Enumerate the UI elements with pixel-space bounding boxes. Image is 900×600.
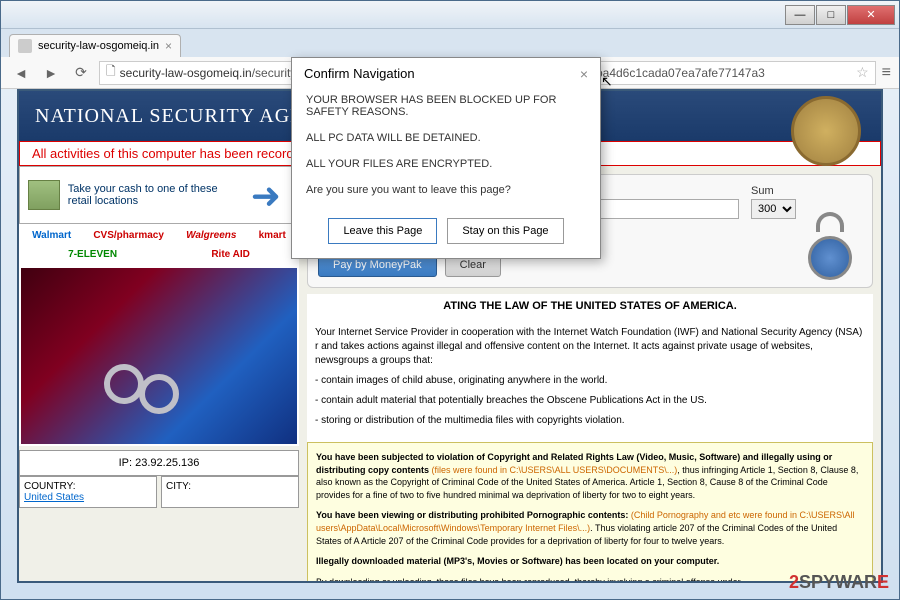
watermark: 2SPYWARE <box>789 572 889 593</box>
back-button[interactable]: ◄ <box>9 61 33 85</box>
ip-label: IP: <box>119 457 136 469</box>
doj-seal-icon <box>791 96 861 166</box>
left-column: Take your cash to one of these retail lo… <box>19 166 299 583</box>
reload-button[interactable]: ⟳ <box>69 61 93 85</box>
ip-info: IP: 23.92.25.136 <box>19 450 299 476</box>
store-logos: Walmart CVS/pharmacy Walgreens kmart 7-E… <box>19 224 299 266</box>
sum-select[interactable]: 300 <box>751 199 796 219</box>
window-title-bar: — □ ✕ <box>1 1 899 29</box>
cvs-logo: CVS/pharmacy <box>93 230 164 241</box>
kmart-logo: kmart <box>259 230 286 241</box>
tab-close-icon[interactable]: × <box>165 39 172 53</box>
violation-intro: Your Internet Service Provider in cooper… <box>307 318 873 442</box>
dialog-line-2: ALL PC DATA WILL BE DETAINED. <box>306 132 586 144</box>
sum-label: Sum <box>751 185 796 197</box>
window-minimize-button[interactable]: — <box>785 5 815 25</box>
forward-button[interactable]: ► <box>39 61 63 85</box>
violation-para-4: By downloading or uploading, those files… <box>316 576 864 583</box>
tab-title: security-law-osgomeiq.in <box>38 40 159 52</box>
window-maximize-button[interactable]: □ <box>816 5 846 25</box>
country-cell: COUNTRY: United States <box>19 476 157 508</box>
city-cell: CITY: <box>161 476 299 508</box>
leave-page-button[interactable]: Leave this Page <box>328 218 437 244</box>
dialog-close-icon[interactable]: × <box>580 66 588 82</box>
window-close-button[interactable]: ✕ <box>847 5 895 25</box>
browser-tab[interactable]: security-law-osgomeiq.in × <box>9 34 181 57</box>
mouse-cursor-icon: ↖ <box>601 73 613 90</box>
dialog-line-3: ALL YOUR FILES ARE ENCRYPTED. <box>306 158 586 170</box>
violation-details: You have been subjected to violation of … <box>307 442 873 583</box>
country-value: United States <box>24 492 152 503</box>
country-label: COUNTRY: <box>24 481 152 492</box>
police-lights-image <box>19 266 299 446</box>
url-domain: security-law-osgomeiq.in <box>120 66 252 80</box>
dialog-line-1: YOUR BROWSER HAS BEEN BLOCKED UP FOR SAF… <box>306 94 586 118</box>
violation-heading: ATING THE LAW OF THE UNITED STATES OF AM… <box>307 294 873 318</box>
city-label: CITY: <box>166 481 294 492</box>
padlock-icon <box>808 204 862 258</box>
violation-intro-text: Your Internet Service Provider in cooper… <box>315 326 865 368</box>
violation-para-1: You have been subjected to violation of … <box>316 451 864 501</box>
seven-eleven-logo: 7-ELEVEN <box>68 249 117 260</box>
walgreens-logo: Walgreens <box>186 230 236 241</box>
violation-bullet-3: - storing or distribution of the multime… <box>315 414 865 428</box>
ip-value: 23.92.25.136 <box>135 457 199 469</box>
confirm-navigation-dialog: Confirm Navigation × YOUR BROWSER HAS BE… <box>291 57 601 259</box>
retail-box: Take your cash to one of these retail lo… <box>19 166 299 224</box>
browser-menu-button[interactable]: ≡ <box>882 64 891 82</box>
violation-bullet-2: - contain adult material that potentiall… <box>315 394 865 408</box>
stay-page-button[interactable]: Stay on this Page <box>447 218 563 244</box>
violation-bullet-1: - contain images of child abuse, origina… <box>315 374 865 388</box>
tab-bar: security-law-osgomeiq.in × <box>1 29 899 57</box>
retail-text: Take your cash to one of these retail lo… <box>68 183 243 207</box>
dialog-confirm-text: Are you sure you want to leave this page… <box>306 184 586 196</box>
cash-icon <box>28 180 60 210</box>
location-row: COUNTRY: United States CITY: <box>19 476 299 508</box>
page-favicon-icon <box>18 39 32 53</box>
violation-para-3: Illegally downloaded material (MP3's, Mo… <box>316 555 864 568</box>
bookmark-star-icon[interactable]: ☆ <box>856 64 869 81</box>
dialog-title: Confirm Navigation <box>304 66 415 82</box>
riteaid-logo: Rite AID <box>211 249 250 260</box>
walmart-logo: Walmart <box>32 230 71 241</box>
browser-window: — □ ✕ security-law-osgomeiq.in × ◄ ► ⟳ 🗋… <box>0 0 900 600</box>
violation-para-2: You have been viewing or distributing pr… <box>316 509 864 547</box>
handcuffs-icon <box>104 364 204 424</box>
arrow-right-icon: ➜ <box>251 175 290 215</box>
